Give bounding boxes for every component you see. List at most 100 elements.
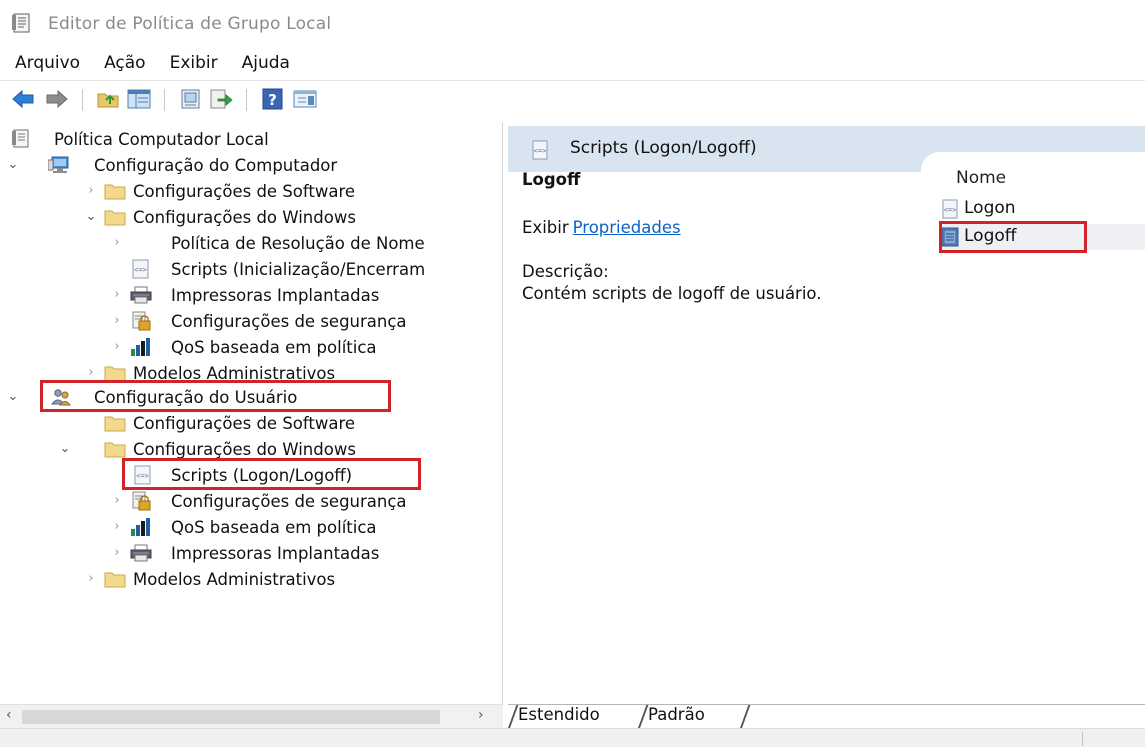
- tree-label: Modelos Administrativos: [133, 569, 336, 589]
- qos-bar-chart-icon: [131, 338, 150, 356]
- chevron-right-icon[interactable]: ›: [84, 184, 98, 198]
- scroll-right-icon[interactable]: ›: [478, 707, 484, 723]
- tree-item-comp-printers[interactable]: › Impressoras Implantadas: [0, 282, 502, 308]
- qos-bar-chart-icon: [131, 518, 150, 536]
- chevron-down-icon[interactable]: ⌄: [6, 390, 20, 404]
- scrollbar-thumb[interactable]: [22, 710, 440, 724]
- list-item-label: Logon: [964, 198, 1016, 218]
- tree-item-comp-security[interactable]: › Configurações de segurança: [0, 308, 502, 334]
- chevron-right-icon[interactable]: ›: [110, 494, 124, 508]
- tree-label: Configurações do Windows: [133, 439, 356, 459]
- computer-icon: [48, 156, 69, 173]
- tree-item-user-printers[interactable]: › Impressoras Implantadas: [0, 540, 502, 566]
- extended-view-icon[interactable]: [292, 87, 318, 111]
- tree-item-comp-qos[interactable]: › QoS baseada em política: [0, 334, 502, 360]
- policy-document-icon: [12, 129, 29, 148]
- toolbar-separator: [164, 89, 165, 111]
- details-header-notch: [921, 152, 1145, 172]
- security-icon: [132, 491, 151, 511]
- back-arrow-icon[interactable]: [10, 87, 36, 111]
- policy-editor-app-icon: [12, 13, 30, 33]
- script-icon: <=>: [942, 199, 958, 219]
- chevron-right-icon[interactable]: ›: [84, 572, 98, 586]
- export-list-icon[interactable]: [208, 87, 234, 111]
- tree-horizontal-scrollbar[interactable]: ‹ ›: [0, 704, 503, 728]
- tree-label: Configurações de segurança: [171, 491, 407, 511]
- chevron-right-icon[interactable]: ›: [110, 288, 124, 302]
- tree-label: QoS baseada em política: [171, 337, 377, 357]
- tree-item-comp-software[interactable]: › Configurações de Software: [0, 178, 502, 204]
- svg-text:<=>: <=>: [134, 266, 147, 274]
- details-header: <=> Scripts (Logon/Logoff): [508, 126, 1145, 172]
- tree-label: Configurações do Windows: [133, 207, 356, 227]
- tree-label: Scripts (Inicialização/Encerram: [171, 259, 426, 279]
- tab-estendido[interactable]: Estendido: [518, 705, 600, 729]
- menu-arquivo[interactable]: Arquivo: [12, 51, 83, 75]
- window-title: Editor de Política de Grupo Local: [48, 14, 332, 34]
- tree-label: Configurações de segurança: [171, 311, 407, 331]
- svg-text:<=>: <=>: [944, 206, 957, 214]
- highlight-user-scripts: [122, 458, 421, 490]
- tree-item-root[interactable]: Política Computador Local: [0, 126, 502, 152]
- chevron-right-icon[interactable]: ›: [110, 546, 124, 560]
- tree-item-user-admin[interactable]: › Modelos Administrativos: [0, 566, 502, 592]
- column-header-name[interactable]: Nome: [956, 168, 1006, 188]
- details-pane: <=> Scripts (Logon/Logoff) Logoff Exibir…: [508, 122, 1145, 704]
- tree-label: Impressoras Implantadas: [171, 285, 380, 305]
- tree-label: Configurações de Software: [133, 181, 356, 201]
- printer-icon: [130, 544, 152, 562]
- tree-item-comp-name-resolution[interactable]: › Política de Resolução de Nome: [0, 230, 502, 256]
- help-icon[interactable]: ?: [260, 87, 286, 111]
- chevron-down-icon[interactable]: ⌄: [6, 158, 20, 172]
- toolbar-separator: [82, 89, 83, 111]
- tab-padrao[interactable]: Padrão: [648, 705, 705, 729]
- forward-arrow-icon[interactable]: [44, 87, 70, 111]
- highlight-logoff: [939, 221, 1087, 253]
- tree-item-user-security[interactable]: › Configurações de segurança: [0, 488, 502, 514]
- detail-item-title: Logoff: [522, 170, 581, 189]
- tab-divider: [507, 705, 519, 729]
- show-hide-tree-icon[interactable]: [126, 87, 152, 111]
- status-bar: [0, 728, 1145, 747]
- properties-link[interactable]: Propriedades: [573, 218, 681, 237]
- menu-bar: Arquivo Ação Exibir Ajuda: [0, 48, 1145, 78]
- chevron-right-icon[interactable]: ›: [110, 520, 124, 534]
- printer-icon: [130, 286, 152, 304]
- tree-item-comp-scripts[interactable]: <=> Scripts (Inicialização/Encerram: [0, 256, 502, 282]
- folder-icon: [104, 210, 126, 226]
- detail-description-label: Descrição:: [522, 262, 609, 281]
- folder-icon: [104, 442, 126, 458]
- folder-icon: [104, 416, 126, 432]
- tree-item-user-qos[interactable]: › QoS baseada em política: [0, 514, 502, 540]
- chevron-right-icon[interactable]: ›: [84, 366, 98, 380]
- svg-text:?: ?: [268, 91, 277, 109]
- tab-divider: [637, 705, 649, 729]
- up-folder-icon[interactable]: [96, 87, 122, 111]
- menu-ajuda[interactable]: Ajuda: [239, 51, 293, 75]
- chevron-right-icon[interactable]: ›: [110, 314, 124, 328]
- menu-acao[interactable]: Ação: [101, 51, 149, 75]
- tab-divider: [739, 705, 751, 729]
- scroll-left-icon[interactable]: ‹: [6, 707, 12, 723]
- chevron-right-icon[interactable]: ›: [110, 340, 124, 354]
- script-icon: <=>: [132, 259, 149, 279]
- details-header-title: Scripts (Logon/Logoff): [570, 138, 757, 158]
- properties-icon[interactable]: [178, 87, 204, 111]
- highlight-user-config: [40, 380, 391, 412]
- tree-item-comp-windows[interactable]: ⌄ Configurações do Windows: [0, 204, 502, 230]
- tree-label: QoS baseada em política: [171, 517, 377, 537]
- menu-exibir[interactable]: Exibir: [167, 51, 221, 75]
- svg-text:<=>: <=>: [534, 147, 547, 155]
- tree-label: Política de Resolução de Nome: [171, 233, 425, 253]
- status-separator: [1082, 732, 1083, 746]
- detail-description: Contém scripts de logoff de usuário.: [522, 284, 822, 303]
- tree-label: Política Computador Local: [54, 129, 269, 149]
- tree-item-user-software[interactable]: Configurações de Software: [0, 410, 502, 436]
- chevron-down-icon[interactable]: ⌄: [84, 210, 98, 224]
- list-item-logon[interactable]: <=> Logon: [940, 196, 1145, 222]
- chevron-right-icon[interactable]: ›: [110, 236, 124, 250]
- chevron-down-icon[interactable]: ⌄: [58, 442, 72, 456]
- tree-item-computer-config[interactable]: ⌄ Configuração do Computador: [0, 152, 502, 178]
- toolbar: ?: [0, 80, 1145, 116]
- tree-label: Configurações de Software: [133, 413, 356, 433]
